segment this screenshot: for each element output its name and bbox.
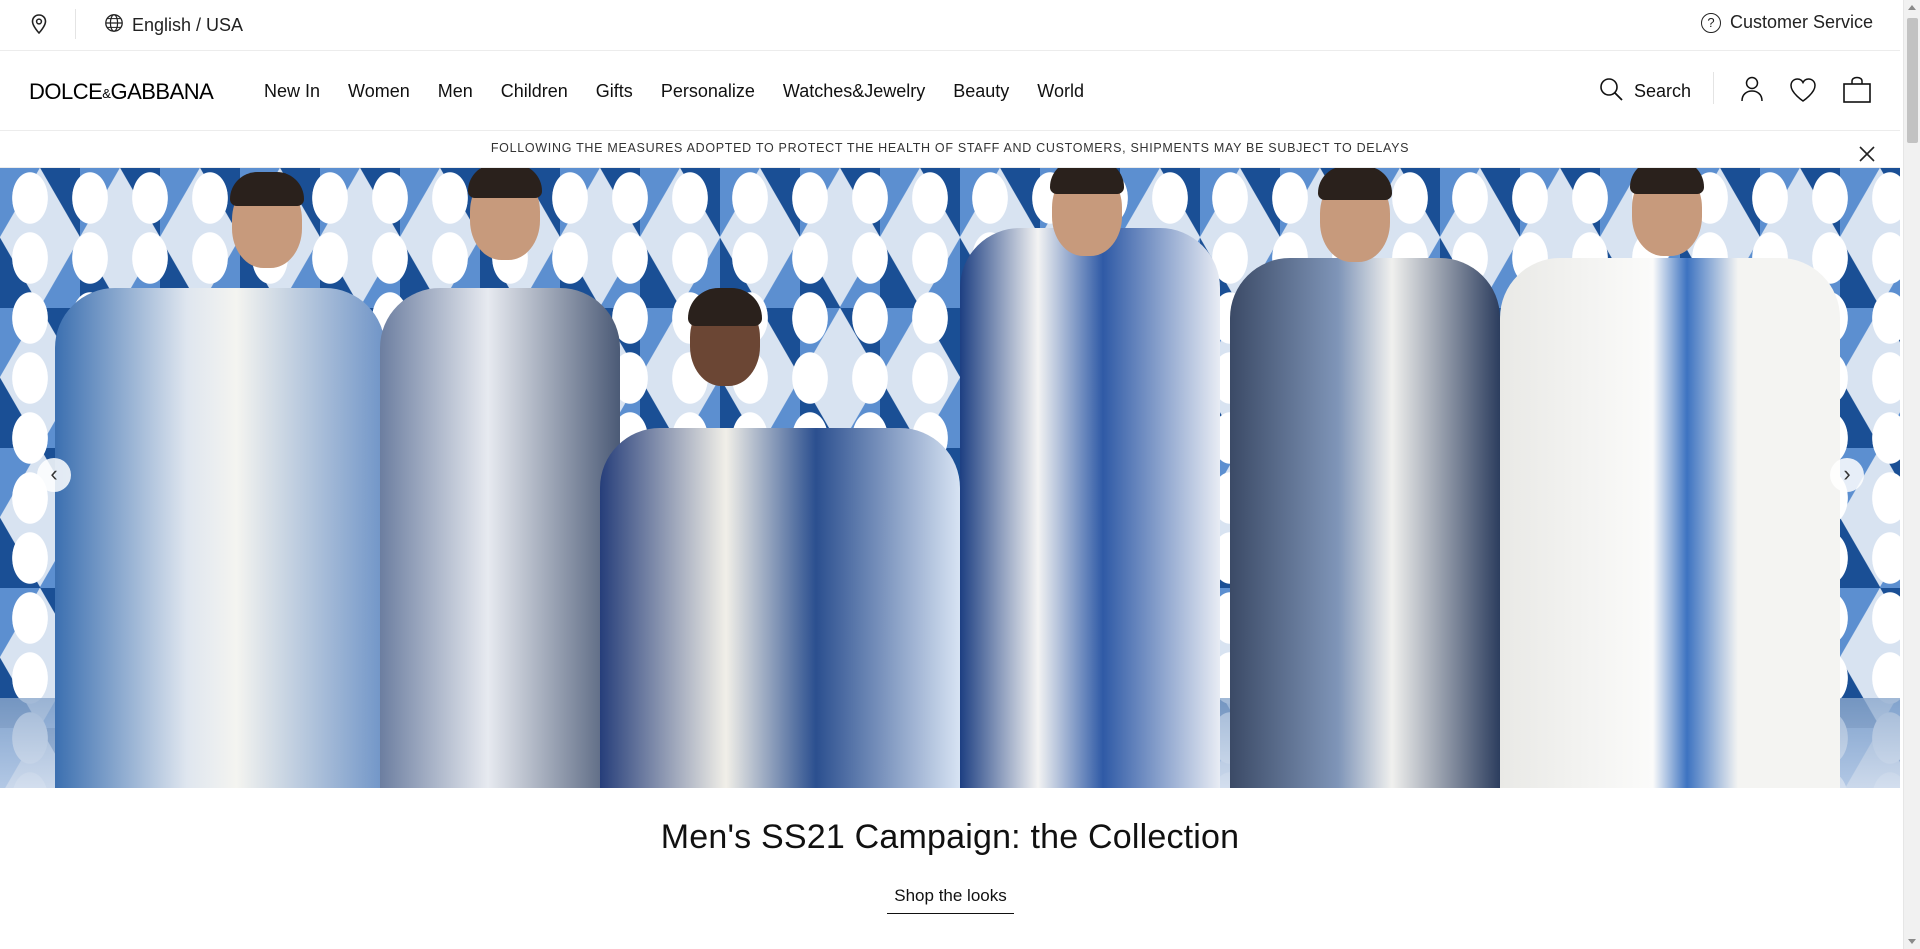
nav-item-gifts[interactable]: Gifts [596, 81, 633, 102]
page-scrollbar[interactable] [1903, 0, 1920, 949]
nav-item-women[interactable]: Women [348, 81, 410, 102]
model-figure [1500, 258, 1840, 788]
model-hair [1318, 168, 1392, 200]
carousel-prev-button[interactable]: ‹ [37, 458, 71, 492]
model-figure [1230, 258, 1500, 788]
globe-icon [104, 13, 124, 38]
model-figure [55, 288, 385, 788]
language-label: English / USA [132, 15, 244, 35]
nav-item-beauty[interactable]: Beauty [953, 81, 1009, 102]
model-hair [1630, 168, 1704, 194]
scroll-up-arrow-icon[interactable] [1908, 5, 1916, 10]
question-circle-icon: ? [1700, 12, 1721, 33]
logo-text-left: DOLCE [29, 79, 103, 104]
hero-campaign-image[interactable]: ‹ › [0, 168, 1900, 788]
main-header: DOLCE&GABBANA New In Women Men Children … [0, 51, 1900, 131]
shopping-bag-icon[interactable] [1842, 76, 1872, 109]
customer-service-label: Customer Service [1729, 12, 1873, 32]
heart-icon[interactable] [1789, 77, 1817, 108]
nav-item-children[interactable]: Children [501, 81, 568, 102]
search-label: Search [1634, 81, 1692, 101]
divider [75, 9, 76, 39]
close-icon[interactable] [1858, 142, 1876, 162]
model-figure [960, 228, 1220, 788]
nav-item-world[interactable]: World [1037, 81, 1084, 102]
nav-item-personalize[interactable]: Personalize [661, 81, 755, 102]
location-pin-icon[interactable] [29, 13, 49, 35]
language-selector[interactable]: English / USA [104, 13, 243, 38]
shop-the-looks-link[interactable]: Shop the looks [887, 886, 1014, 914]
shipping-notice-bar: FOLLOWING THE MEASURES ADOPTED TO PROTEC… [0, 131, 1900, 168]
nav-item-new-in[interactable]: New In [264, 81, 320, 102]
user-icon[interactable] [1740, 75, 1764, 108]
model-figure [600, 428, 960, 788]
divider [1713, 72, 1714, 104]
model-hair [468, 168, 542, 198]
logo-text-right: GABBANA [110, 79, 214, 104]
model-figure [380, 288, 620, 788]
scrollbar-thumb[interactable] [1907, 18, 1918, 143]
model-hair [230, 172, 304, 206]
utility-bar: English / USA ? Customer Service [0, 0, 1900, 51]
nav-item-men[interactable]: Men [438, 81, 473, 102]
scroll-down-arrow-icon[interactable] [1908, 939, 1916, 944]
brand-logo[interactable]: DOLCE&GABBANA [29, 79, 214, 105]
model-hair [688, 288, 762, 326]
search-button[interactable]: Search [1598, 76, 1691, 107]
nav-item-watches-jewelry[interactable]: Watches&Jewelry [783, 81, 925, 102]
notice-text: FOLLOWING THE MEASURES ADOPTED TO PROTEC… [490, 141, 1410, 155]
search-icon [1598, 76, 1624, 107]
carousel-next-button[interactable]: › [1830, 458, 1864, 492]
main-nav: New In Women Men Children Gifts Personal… [264, 81, 1112, 102]
model-hair [1050, 168, 1124, 194]
campaign-title: Men's SS21 Campaign: the Collection [660, 818, 1240, 856]
customer-service-link[interactable]: ? Customer Service [1700, 12, 1873, 33]
